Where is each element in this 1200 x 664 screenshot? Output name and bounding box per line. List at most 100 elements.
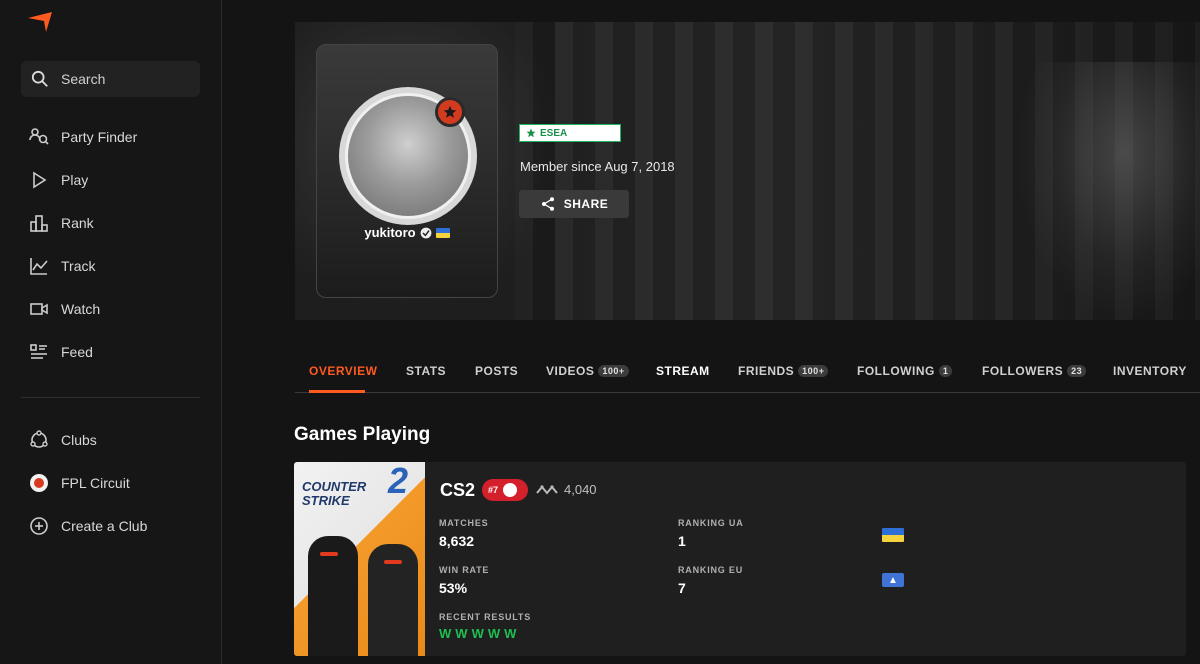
tab-label: STATS bbox=[406, 364, 447, 378]
tab-videos[interactable]: VIDEOS 100+ bbox=[546, 364, 629, 378]
profile-card: yukitoro bbox=[316, 44, 498, 298]
app-root: Search Party Finder Play Rank Track Watc… bbox=[0, 0, 1200, 664]
track-icon bbox=[30, 258, 48, 275]
cover-title-line1: COUNTER bbox=[302, 479, 367, 494]
ranking-ua-label: RANKING UA bbox=[678, 518, 744, 528]
tab-stream[interactable]: STREAM bbox=[656, 364, 710, 378]
game-cover-title: COUNTER STRIKE 2 bbox=[302, 463, 408, 508]
tab-overview[interactable]: OVERVIEW bbox=[309, 364, 377, 378]
sidebar-item-rank[interactable]: Rank bbox=[29, 212, 94, 234]
elo-icon bbox=[536, 484, 558, 495]
result-item: W bbox=[487, 626, 501, 641]
feed-icon bbox=[30, 344, 47, 359]
rank-position: #7 bbox=[488, 485, 499, 495]
game-name: CS2 bbox=[440, 480, 476, 500]
tab-count: 100+ bbox=[798, 365, 829, 377]
recent-results-label: RECENT RESULTS bbox=[439, 612, 532, 622]
sidebar-item-clubs[interactable]: Clubs bbox=[29, 429, 97, 451]
clubs-icon bbox=[30, 430, 48, 448]
tab-label: FRIENDS bbox=[738, 364, 795, 378]
cover-title-number: 2 bbox=[388, 462, 409, 501]
result-item: W bbox=[439, 626, 452, 641]
plus-circle-icon bbox=[30, 517, 48, 535]
play-icon bbox=[33, 171, 47, 189]
ranking-ua-value: 1 bbox=[678, 533, 686, 549]
tab-label: FOLLOWERS bbox=[982, 364, 1064, 378]
europe-region-icon[interactable]: ▲ bbox=[882, 573, 904, 587]
tab-stats[interactable]: STATS bbox=[406, 364, 446, 378]
sidebar-item-create-club[interactable]: Create a Club bbox=[29, 515, 147, 537]
verified-icon bbox=[420, 227, 432, 238]
win-rate-label: WIN RATE bbox=[439, 565, 490, 575]
tab-count: 100+ bbox=[598, 365, 629, 377]
result-item: W bbox=[471, 626, 484, 641]
matches-value: 8,632 bbox=[439, 533, 475, 549]
sidebar-item-feed[interactable]: Feed bbox=[29, 341, 93, 363]
rank-icon bbox=[30, 215, 48, 232]
sidebar-divider bbox=[21, 397, 200, 398]
win-rate-value: 53% bbox=[439, 580, 468, 596]
party-finder-icon bbox=[29, 128, 49, 145]
active-tab-indicator bbox=[309, 390, 365, 393]
cover-goggle-right bbox=[384, 560, 402, 564]
game-cover[interactable]: COUNTER STRIKE 2 bbox=[294, 462, 425, 656]
sidebar-item-party-finder[interactable]: Party Finder bbox=[29, 126, 137, 148]
sidebar-item-label: Clubs bbox=[61, 432, 97, 448]
faceit-logo[interactable] bbox=[28, 12, 52, 32]
ranking-eu-label: RANKING EU bbox=[678, 565, 744, 575]
tab-label: POSTS bbox=[475, 364, 519, 378]
tab-inventory[interactable]: INVENTORY bbox=[1113, 364, 1187, 378]
tab-count: 23 bbox=[1067, 365, 1087, 377]
sidebar-item-label: Play bbox=[61, 172, 89, 188]
skill-level-icon bbox=[501, 481, 520, 499]
matches-label: MATCHES bbox=[439, 518, 489, 528]
sidebar-item-watch[interactable]: Watch bbox=[29, 298, 100, 320]
tab-posts[interactable]: POSTS bbox=[475, 364, 518, 378]
banner-character bbox=[1015, 62, 1200, 320]
rank-badge[interactable]: #7 bbox=[482, 479, 528, 501]
tab-label: OVERVIEW bbox=[309, 364, 378, 378]
tab-label: STREAM bbox=[656, 364, 710, 378]
search-button[interactable]: Search bbox=[21, 61, 200, 97]
ukraine-flag-icon bbox=[435, 227, 450, 238]
tab-followers[interactable]: FOLLOWERS 23 bbox=[982, 364, 1087, 378]
sidebar-item-fpl-circuit[interactable]: FPL Circuit bbox=[29, 472, 130, 494]
tab-label: VIDEOS bbox=[546, 364, 595, 378]
watch-icon bbox=[30, 303, 48, 315]
tab-following[interactable]: FOLLOWING 1 bbox=[857, 364, 953, 378]
result-item: W bbox=[455, 626, 468, 641]
sidebar-item-label: Create a Club bbox=[61, 518, 148, 534]
elo-display: 4,040 bbox=[536, 482, 597, 497]
ranking-eu-value: 7 bbox=[678, 580, 686, 596]
section-title: Games Playing bbox=[294, 424, 431, 445]
esea-label: ESEA bbox=[540, 127, 568, 139]
cover-goggle-left bbox=[320, 552, 338, 556]
elo-value: 4,040 bbox=[564, 482, 597, 497]
share-button[interactable]: SHARE bbox=[519, 190, 629, 218]
esea-badge[interactable]: ESEA bbox=[519, 124, 621, 142]
sidebar-item-label: Feed bbox=[61, 344, 93, 360]
member-since: Member since Aug 7, 2018 bbox=[520, 159, 675, 174]
game-card-cs2[interactable]: COUNTER STRIKE 2 CS2 #7 4,040 MATCHES 8,… bbox=[294, 462, 1186, 656]
search-icon bbox=[31, 70, 48, 87]
level-badge bbox=[435, 97, 465, 127]
sidebar-item-label: Track bbox=[61, 258, 96, 274]
username: yukitoro bbox=[364, 225, 416, 240]
sidebar-item-label: Party Finder bbox=[61, 129, 138, 145]
sidebar-item-play[interactable]: Play bbox=[29, 169, 88, 191]
search-label: Search bbox=[61, 71, 106, 87]
sidebar-item-label: Watch bbox=[61, 301, 101, 317]
star-icon bbox=[443, 105, 457, 118]
tab-friends[interactable]: FRIENDS 100+ bbox=[738, 364, 829, 378]
profile-tabs: OVERVIEW STATS POSTS VIDEOS 100+ STREAM F… bbox=[295, 350, 1200, 393]
ukraine-flag-icon[interactable] bbox=[882, 528, 904, 542]
fpl-circuit-icon bbox=[30, 474, 48, 492]
esea-star-icon bbox=[526, 128, 536, 138]
share-icon bbox=[541, 197, 554, 211]
tab-label: INVENTORY bbox=[1113, 364, 1187, 378]
sidebar-item-label: Rank bbox=[61, 215, 94, 231]
tab-count: 1 bbox=[938, 365, 953, 377]
recent-results: W W W W W bbox=[439, 626, 516, 641]
result-item: W bbox=[504, 626, 517, 641]
sidebar-item-track[interactable]: Track bbox=[29, 255, 95, 277]
